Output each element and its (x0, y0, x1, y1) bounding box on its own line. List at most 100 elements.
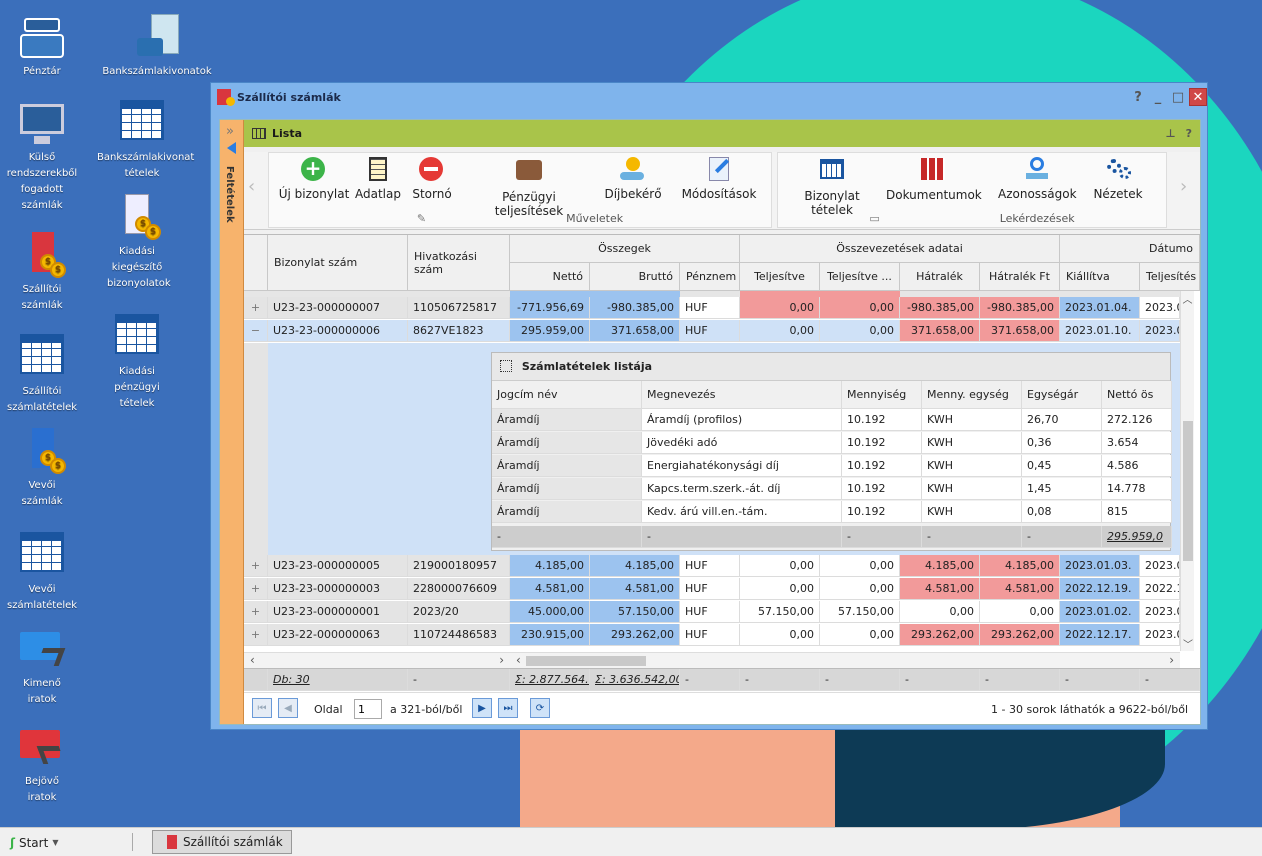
detail-cell: Áramdíj (492, 501, 642, 523)
identities-button[interactable]: Azonosságok (998, 157, 1077, 207)
financial-settlements-button[interactable]: Pénzügyi teljesítések (469, 157, 589, 218)
ribbon-toolbar: ‹ + Új bizonylat Adatlap Stornó Pénzügyi … (244, 152, 1200, 230)
desktop-icon-penztar[interactable]: Pénztár (0, 14, 87, 80)
expand-row-button[interactable]: + (244, 578, 268, 600)
col-bizonylat-szam[interactable]: Bizonylat szám (268, 235, 408, 291)
detail-col-header[interactable]: Mennyiség (842, 381, 922, 409)
edit-document-icon (706, 157, 732, 181)
col-teljesites[interactable]: Teljesítés (1140, 263, 1200, 291)
page-input[interactable] (354, 699, 382, 719)
modifications-button[interactable]: Módosítások (679, 157, 759, 207)
desktop-icon-kimeno-iratok[interactable]: Kimenő iratok (0, 626, 87, 708)
binders-icon (920, 158, 946, 182)
window-titlebar[interactable]: Szállítói számlák ? _ □ ✕ (211, 83, 1207, 111)
document-items-button[interactable]: Bizonylat tételek (784, 157, 880, 217)
panel-help-icon[interactable]: ? (1186, 127, 1192, 140)
scrollbar-thumb[interactable] (526, 656, 646, 666)
col-kiallitva[interactable]: Kiállítva (1060, 263, 1140, 291)
col-netto[interactable]: Nettó (510, 263, 590, 291)
datasheet-button[interactable]: Adatlap (353, 157, 403, 207)
sidebar-label: Feltételek (224, 166, 235, 223)
grid-cell-teljesites: 2022.1 (1140, 578, 1180, 600)
grid-cell-hatralekft: 0,00 (980, 601, 1060, 623)
vertical-scrollbar[interactable]: ︿ ﹀ (1180, 291, 1194, 651)
horizontal-scrollbar-right[interactable]: ‹ › (510, 652, 1180, 668)
help-button[interactable]: ? (1129, 88, 1147, 106)
table-grid-icon (18, 532, 66, 580)
expanded-row-gutter (244, 343, 268, 555)
detail-footer-cell: 295.959,0 (1102, 526, 1172, 548)
col-hivatkozasi-szam[interactable]: Hivatkozási szám (408, 235, 510, 291)
col-hatralek[interactable]: Hátralék (900, 263, 980, 291)
grid-cell-netto: 295.959,00 (510, 320, 590, 342)
detail-col-header[interactable]: Egységár (1022, 381, 1102, 409)
detail-cell: 26,70 (1022, 409, 1102, 431)
desktop-icon-vevoi-szamlatetelek[interactable]: Vevői számlatételek (0, 528, 87, 614)
start-button[interactable]: ʃ Start ▼ (4, 832, 64, 853)
desktop-icon-bankszamlakivonat-tetelek[interactable]: Bankszámlakivonat tételek (97, 96, 194, 182)
new-document-button[interactable]: + Új bizonylat (275, 157, 353, 207)
table-icon (500, 360, 512, 372)
taskbar-item-szallitoi-szamlak[interactable]: Szállítói számlák (152, 830, 292, 854)
col-brutto[interactable]: Bruttó (590, 263, 680, 291)
collapse-row-button[interactable]: − (244, 320, 268, 342)
expand-row-button[interactable]: + (244, 624, 268, 646)
expand-chevron-icon[interactable]: » (226, 124, 234, 139)
window-title: Szállítói számlák (237, 90, 341, 104)
desktop-icon-szallitoi-szamlatetelek[interactable]: Szállítói számlatételek (0, 330, 87, 416)
monitor-icon (18, 100, 66, 148)
horizontal-scrollbar-left[interactable]: ‹ › (244, 652, 510, 668)
first-page-button[interactable]: ⏮ (252, 698, 272, 718)
grid-cell-hatralekft: 371.658,00 (980, 320, 1060, 342)
ribbon-scroll-left[interactable]: ‹ (248, 176, 255, 197)
expand-row-button[interactable]: + (244, 601, 268, 623)
expand-row-button[interactable]: + (244, 555, 268, 577)
scrollbar-thumb[interactable] (1183, 421, 1193, 561)
desktop-icon-bankszamlakivonatok[interactable]: Bankszámlakivonatok (92, 14, 222, 80)
col-penznem[interactable]: Pénznem (680, 263, 740, 291)
table-icon (252, 128, 266, 139)
detail-cell: Jövedéki adó (642, 432, 842, 454)
add-icon: + (301, 157, 327, 181)
next-page-button[interactable]: ▶ (472, 698, 492, 718)
storno-button[interactable]: Stornó (407, 157, 457, 207)
footer-dash: - (408, 669, 510, 691)
col-teljesitve[interactable]: Teljesítve (740, 263, 820, 291)
desktop-icon-bejovo-iratok[interactable]: Bejövő iratok (0, 724, 87, 806)
grid-cell-brutto: 4.581,00 (590, 578, 680, 600)
documents-button[interactable]: Dokumentumok (886, 157, 982, 207)
detail-col-header[interactable]: Menny. egység (922, 381, 1022, 409)
detail-col-header[interactable]: Jogcím név (492, 381, 642, 409)
detail-col-header[interactable]: Megnevezés (642, 381, 842, 409)
app-icon (167, 835, 177, 849)
detail-cell: 10.192 (842, 455, 922, 477)
refresh-button[interactable]: ⟳ (530, 698, 550, 718)
detail-cell: 10.192 (842, 478, 922, 500)
desktop-icon-kulso-rendszerekbol[interactable]: Külső rendszerekből fogadott számlák (0, 100, 87, 214)
grid-cell-hivatkozas: 219000180957 (408, 555, 510, 577)
desktop-icon-szallitoi-szamlak[interactable]: $ $ Szállítói számlák (0, 232, 87, 314)
desktop-icon-kiadasi-penzugyi[interactable]: Kiadási pénzügyi tételek (92, 310, 182, 412)
grid-cell-penznem: HUF (680, 320, 740, 342)
monitor-small-icon: ▭ (869, 212, 880, 225)
prev-page-button[interactable]: ◀ (278, 698, 298, 718)
views-button[interactable]: Nézetek (1090, 157, 1146, 207)
grid-cell-penznem: HUF (680, 555, 740, 577)
grid-cell-kiallitva: 2023.01.10. (1060, 320, 1140, 342)
close-button[interactable]: ✕ (1189, 88, 1207, 106)
detail-col-header[interactable]: Nettó ös (1102, 381, 1172, 409)
desktop-icon-kiadasi-kiegeszito[interactable]: $ $ Kiadási kiegészítő bizonyolatok (92, 194, 182, 292)
desktop-icon-vevoi-szamlak[interactable]: $ $ Vevői számlák (0, 428, 87, 510)
expand-row-button[interactable]: + (244, 297, 268, 319)
maximize-button[interactable]: □ (1169, 88, 1187, 106)
minimize-button[interactable]: _ (1149, 88, 1167, 106)
filter-sidebar[interactable]: » Feltételek (220, 120, 244, 724)
grid-cell-telj: 57.150,00 (740, 601, 820, 623)
last-page-button[interactable]: ⏭ (498, 698, 518, 718)
col-hatralek-ft[interactable]: Hátralék Ft (980, 263, 1060, 291)
col-teljesitve-ft[interactable]: Teljesítve ... (820, 263, 900, 291)
ribbon-scroll-right[interactable]: › (1180, 176, 1187, 197)
fee-request-button[interactable]: Díjbekérő (603, 157, 663, 207)
pin-icon[interactable]: ⊥ (1166, 127, 1176, 140)
detail-cell: Áramdíj (492, 478, 642, 500)
